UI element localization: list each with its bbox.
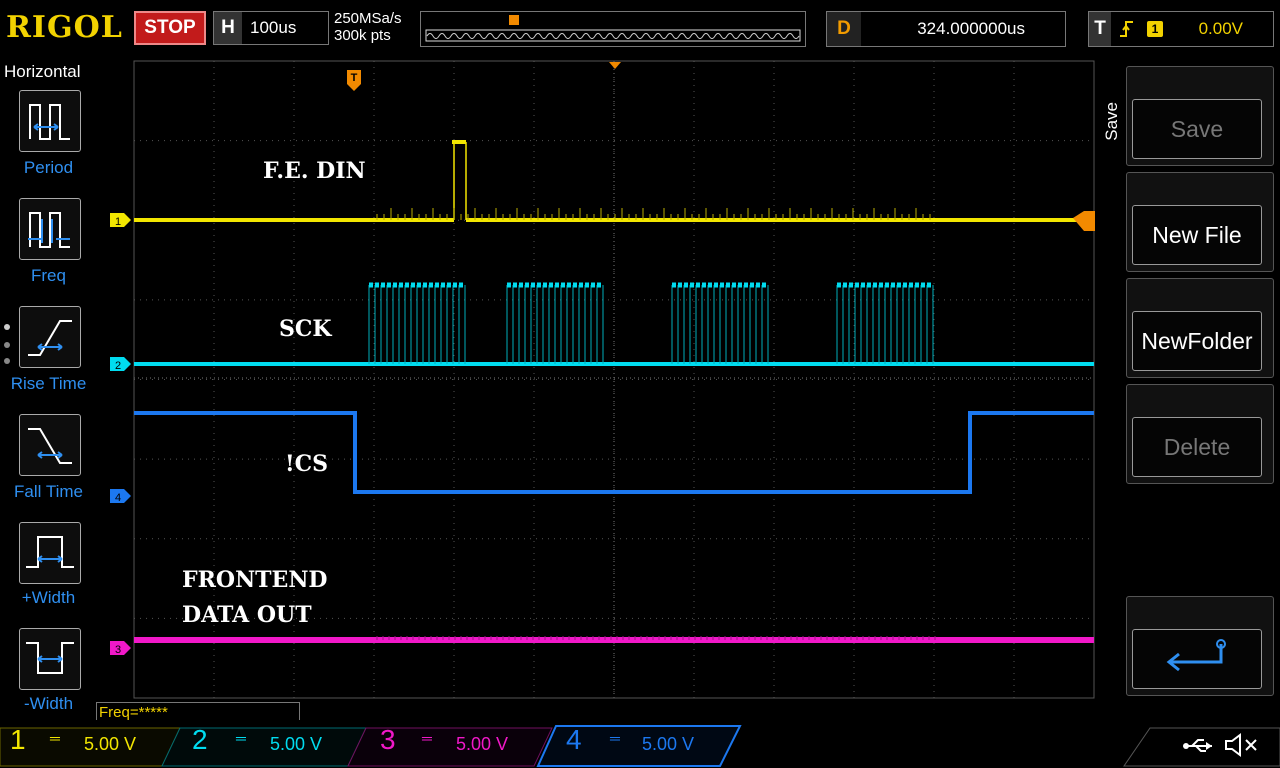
negative-width-label: -Width <box>23 694 74 713</box>
acquisition-info: 250MSa/s 300k pts <box>334 10 402 44</box>
period-button[interactable] <box>19 90 81 152</box>
channel-2-marker-text: 2 <box>115 360 121 372</box>
ch2-annotation: SCK <box>279 316 332 342</box>
channel-3-tab-number[interactable]: 3 <box>380 724 396 756</box>
rigol-logo: RIGOL <box>6 10 123 45</box>
channel-1-tab-number[interactable]: 1 <box>10 724 26 756</box>
measure-menu: Horizontal Period Freq Rise Time Fall Ti… <box>0 62 97 720</box>
menu-title: Horizontal <box>4 62 81 81</box>
positive-width-icon <box>26 536 74 568</box>
new-folder-button[interactable]: NewFolder <box>1132 311 1262 371</box>
fall-time-icon <box>28 428 72 464</box>
channel-1-marker[interactable]: 1 <box>110 213 131 228</box>
trigger-box[interactable]: T 1 0.00V <box>1088 11 1274 47</box>
rise-time-icon <box>28 320 72 356</box>
channel-1-marker-text: 1 <box>115 216 121 228</box>
channel-2-coupling-icon: ═ <box>236 730 246 746</box>
channel-3-coupling-icon: ═ <box>422 730 432 746</box>
waveform-display[interactable]: T 1 2 4 3 F.E. DIN SCK !CS FRONTEND DATA… <box>97 58 1097 704</box>
memory-overview-strip[interactable] <box>420 11 806 47</box>
timebase-box[interactable]: H 100us <box>213 11 329 45</box>
channel-2-tab-number[interactable]: 2 <box>192 724 208 756</box>
speaker-mute-icon[interactable] <box>1222 732 1262 763</box>
channel-3-scale[interactable]: 5.00 V <box>456 734 508 755</box>
channel-2-trace <box>134 282 1094 366</box>
return-button[interactable] <box>1132 629 1262 689</box>
memory-trigger-marker-icon <box>509 15 519 25</box>
frequency-icon <box>28 212 70 248</box>
delay-box[interactable]: D 324.000000us <box>826 11 1066 47</box>
trigger-position-marker[interactable] <box>609 62 621 69</box>
channel-4-marker[interactable]: 4 <box>110 489 131 504</box>
delay-value: 324.000000us <box>917 19 1025 38</box>
positive-width-button[interactable] <box>19 522 81 584</box>
ch4-annotation: !CS <box>285 451 328 477</box>
channel-1-coupling-icon: ═ <box>50 730 60 746</box>
trigger-level-marker[interactable] <box>1073 211 1095 231</box>
rise-time-button[interactable] <box>19 306 81 368</box>
trigger-time-marker-text: T <box>351 72 358 84</box>
fall-time-button[interactable] <box>19 414 81 476</box>
ch3-annotation-line2: DATA OUT <box>182 602 312 628</box>
negative-width-button[interactable] <box>19 628 81 690</box>
channel-3-trace <box>134 636 1094 643</box>
channel-2-scale[interactable]: 5.00 V <box>270 734 322 755</box>
memory-overview-graphic <box>425 15 801 42</box>
save-menu-tab: Save <box>1102 102 1121 141</box>
save-menu: Save Save New File NewFolder Delete <box>1098 62 1280 720</box>
usb-icon <box>1182 736 1216 761</box>
channel-4-marker-text: 4 <box>115 492 121 504</box>
channel-3-marker[interactable]: 3 <box>110 641 131 656</box>
trigger-label: T <box>1089 12 1111 46</box>
rise-time-label: Rise Time <box>10 374 87 393</box>
memory-depth: 300k pts <box>334 27 391 44</box>
run-stop-indicator[interactable]: STOP <box>134 11 206 45</box>
timebase-value: 100us <box>250 18 297 37</box>
trigger-time-marker: T <box>347 70 361 91</box>
period-label: Period <box>23 158 74 177</box>
period-icon <box>29 104 70 140</box>
channel-1-scale[interactable]: 5.00 V <box>84 734 136 755</box>
channel-4-tab-number[interactable]: 4 <box>566 724 582 756</box>
save-button[interactable]: Save <box>1132 99 1262 159</box>
ch3-annotation-line1: FRONTEND <box>182 567 328 593</box>
channel-4-coupling-icon: ═ <box>610 730 620 746</box>
timebase-label: H <box>214 12 242 44</box>
trigger-source-badge: 1 <box>1147 21 1163 37</box>
positive-width-label: +Width <box>21 588 76 607</box>
new-file-button[interactable]: New File <box>1132 205 1262 265</box>
trigger-level: 0.00V <box>1198 19 1243 38</box>
fall-time-label: Fall Time <box>14 482 83 501</box>
return-arrow-icon <box>1166 639 1226 672</box>
channel-status-bar: 1 ═ 5.00 V 2 ═ 5.00 V 3 ═ 5.00 V 4 ═ 5.0… <box>0 720 1280 768</box>
channel-4-scale[interactable]: 5.00 V <box>642 734 694 755</box>
delete-button[interactable]: Delete <box>1132 417 1262 477</box>
negative-width-icon <box>26 642 74 674</box>
ch1-annotation: F.E. DIN <box>263 158 366 184</box>
rising-edge-icon <box>1117 12 1137 57</box>
channel-4-trace <box>134 411 1094 494</box>
frequency-label: Freq <box>31 266 66 285</box>
channel-3-marker-text: 3 <box>115 644 121 656</box>
delay-label: D <box>827 12 861 46</box>
top-status-bar: RIGOL STOP H 100us 250MSa/s 300k pts D 3… <box>0 0 1280 58</box>
frequency-button[interactable] <box>19 198 81 260</box>
sample-rate: 250MSa/s <box>334 10 402 27</box>
channel-2-marker[interactable]: 2 <box>110 357 131 372</box>
